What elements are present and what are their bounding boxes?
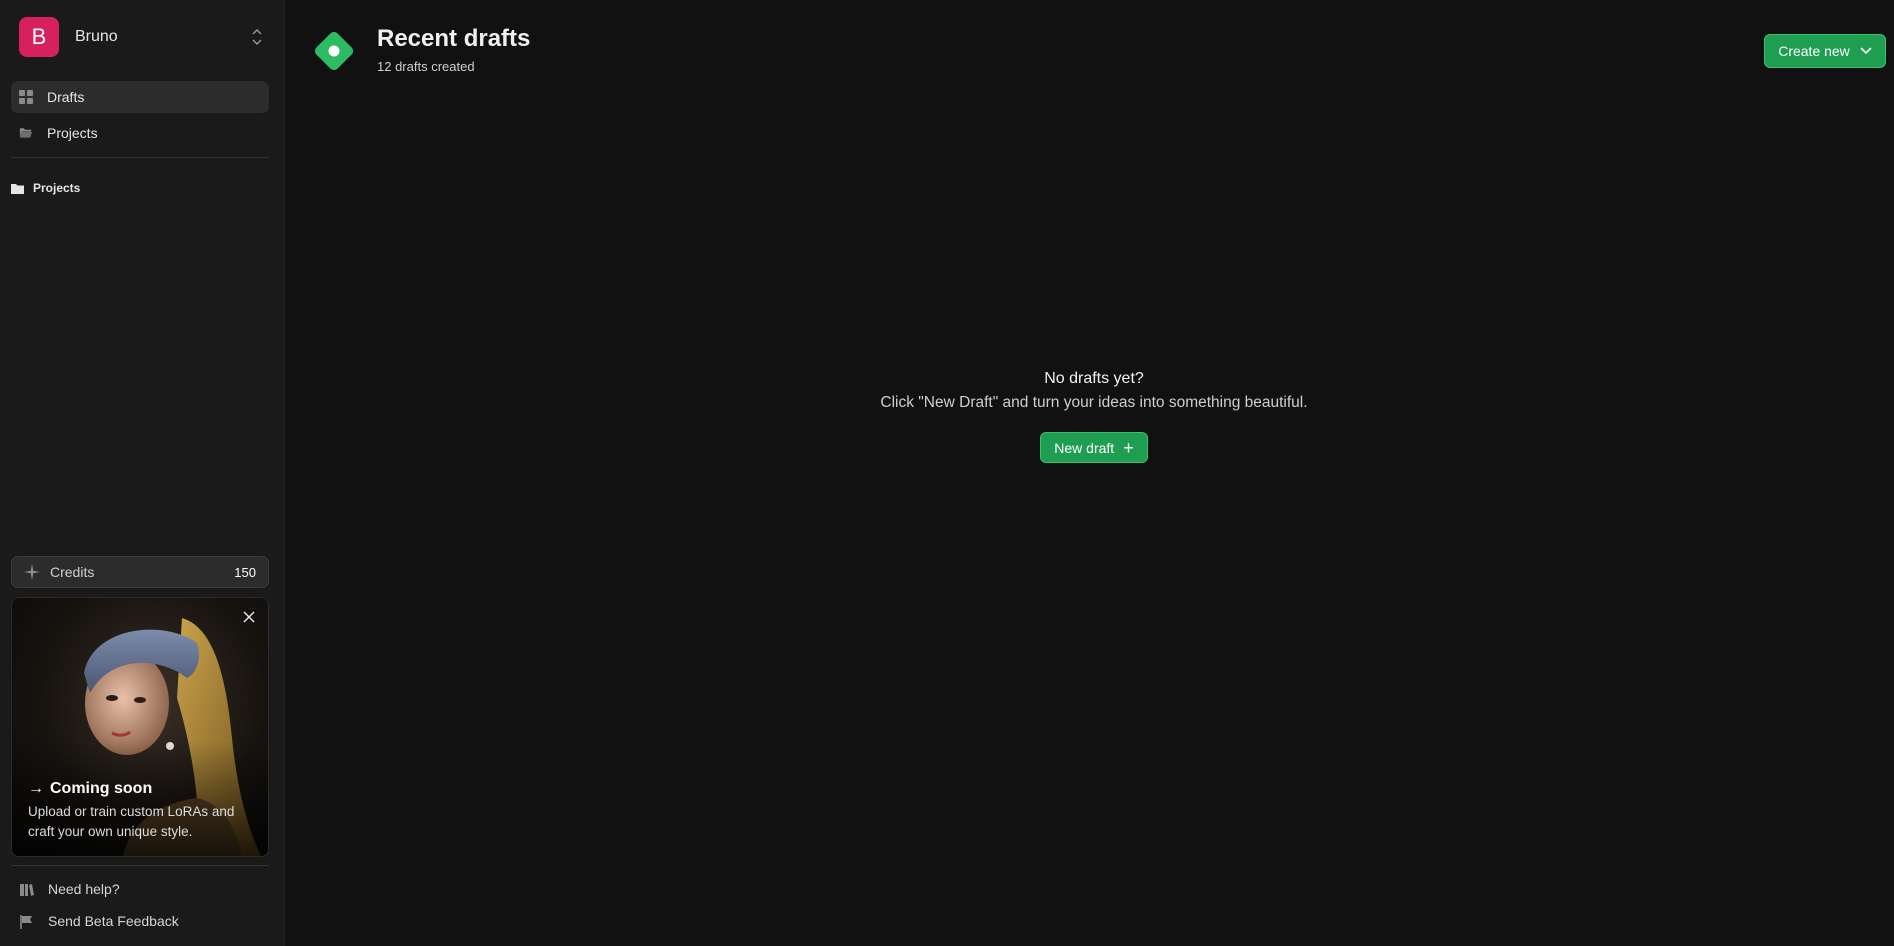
sparkle-icon (24, 564, 40, 580)
new-draft-label: New draft (1054, 439, 1115, 456)
page-title: Recent drafts (377, 25, 531, 52)
chevron-down-icon (1860, 47, 1872, 55)
page-subtitle: 12 drafts created (377, 59, 475, 74)
close-icon[interactable] (242, 610, 256, 624)
divider (11, 157, 269, 158)
folder-open-icon (19, 126, 33, 140)
sidebar: B Bruno Drafts Projects Projects Credits… (0, 0, 285, 946)
need-help-link[interactable]: Need help? (19, 881, 120, 897)
promo-card[interactable]: → Coming soon Upload or train custom LoR… (11, 597, 269, 857)
send-feedback-label: Send Beta Feedback (48, 913, 179, 929)
drafts-logo-icon (310, 27, 358, 75)
avatar: B (19, 17, 59, 57)
sidebar-item-projects[interactable]: Projects (11, 117, 269, 149)
promo-description: Upload or train custom LoRAs and craft y… (28, 804, 235, 839)
section-label: Projects (33, 181, 81, 195)
credits-count: 150 (234, 564, 256, 580)
grid-icon (19, 90, 33, 104)
new-draft-button[interactable]: New draft + (1040, 432, 1148, 463)
sidebar-item-label: Projects (47, 125, 98, 141)
need-help-label: Need help? (48, 881, 120, 897)
plus-icon: + (1123, 437, 1134, 458)
credits-label: Credits (50, 564, 95, 580)
empty-state-message: Click "New Draft" and turn your ideas in… (880, 394, 1308, 411)
flag-icon (19, 914, 34, 929)
arrow-right-icon: → (28, 780, 44, 797)
promo-title: → Coming soon (28, 780, 152, 798)
workspace-name: Bruno (75, 28, 118, 45)
projects-section-header[interactable]: Projects (11, 181, 80, 195)
folder-icon (11, 183, 24, 194)
promo-title-text: Coming soon (50, 780, 153, 797)
create-new-label: Create new (1778, 43, 1850, 59)
empty-state-title: No drafts yet? (1044, 370, 1144, 387)
book-icon (19, 882, 34, 897)
chevron-up-down-icon[interactable] (250, 26, 264, 48)
workspace-switcher[interactable]: B Bruno (12, 16, 272, 58)
sidebar-item-drafts[interactable]: Drafts (11, 81, 269, 113)
create-new-button[interactable]: Create new (1764, 34, 1886, 68)
send-feedback-link[interactable]: Send Beta Feedback (19, 913, 179, 929)
divider (11, 865, 269, 866)
sidebar-item-label: Drafts (47, 89, 85, 105)
credits-panel[interactable]: Credits 150 (11, 556, 269, 588)
